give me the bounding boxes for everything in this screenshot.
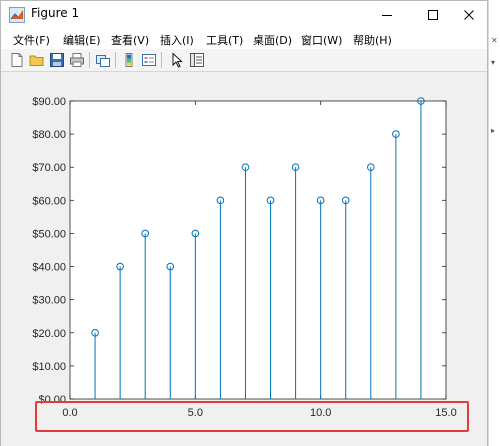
toolbar-separator [115,52,116,68]
maximize-icon [428,10,438,20]
menu-bar: 文件(F) 编辑(E) 查看(V) 插入(I) 工具(T) 桌面(D) 窗口(W… [1,29,487,49]
menu-edit[interactable]: 编辑(E) [63,32,101,48]
y-tick-label: $10.00 [32,361,66,373]
background-chevron-icon: ▾ [491,58,496,67]
axes-box [69,100,447,400]
y-tick-label: $40.00 [32,262,66,274]
y-tick-label: $60.00 [32,195,66,207]
new-figure-icon[interactable] [9,52,25,68]
y-tick-label: $20.00 [32,328,66,340]
toolbar-separator [161,52,162,68]
toolbar [1,49,487,72]
insert-legend-icon[interactable] [141,52,157,68]
background-close-icon: ✕ [491,36,498,45]
link-plot-icon[interactable] [95,52,111,68]
property-editor-icon[interactable] [189,52,205,68]
close-button[interactable] [449,1,489,29]
print-icon[interactable] [69,52,85,68]
maximize-button[interactable] [413,1,453,29]
y-tick-label: $80.00 [32,129,66,141]
menu-tools[interactable]: 工具(T) [206,32,243,48]
insert-colorbar-icon[interactable] [121,52,137,68]
open-file-icon[interactable] [29,52,45,68]
background-arrow-icon: ▸ [491,126,496,135]
menu-desktop[interactable]: 桌面(D) [253,32,292,48]
stem-chart: $0.00$10.00$20.00$30.00$40.00$50.00$60.0… [32,96,456,419]
close-icon [464,10,474,20]
y-tick-label: $90.00 [32,96,66,108]
save-icon[interactable] [49,52,65,68]
highlight-box [35,401,469,432]
toolbar-separator [89,52,90,68]
menu-file[interactable]: 文件(F) [13,32,50,48]
minimize-button[interactable] [367,1,407,29]
menu-insert[interactable]: 插入(I) [160,32,194,48]
menu-help[interactable]: 帮助(H) [353,32,392,48]
y-tick-label: $70.00 [32,162,66,174]
menu-window[interactable]: 窗口(W) [301,32,342,48]
y-tick-label: $50.00 [32,228,66,240]
y-tick-label: $30.00 [32,295,66,307]
menu-view[interactable]: 查看(V) [111,32,149,48]
background-window-edge: ✕ ▾ ▸ [488,0,500,446]
window-title: Figure 1 [31,6,80,20]
pointer-icon[interactable] [169,52,185,68]
minimize-icon [382,15,392,16]
title-bar: Figure 1 [1,1,487,29]
matlab-icon [9,7,25,23]
